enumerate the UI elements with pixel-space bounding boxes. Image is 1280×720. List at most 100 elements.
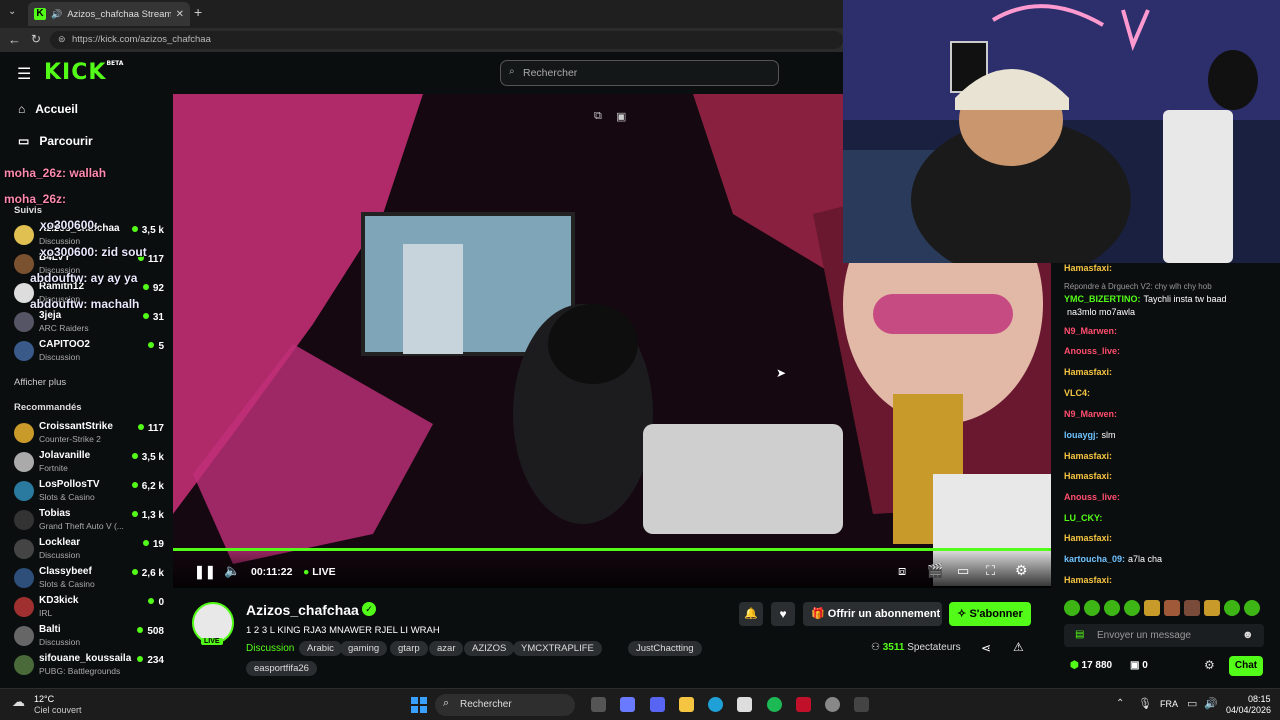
chat-username[interactable]: Hamasfaxi:: [1064, 575, 1112, 585]
emote-icon[interactable]: [1064, 600, 1080, 616]
chat-username[interactable]: kartoucha_09:: [1064, 554, 1125, 564]
sidebar-channel[interactable]: CAPITOO2 Discussion 5: [14, 338, 164, 364]
tag-chip[interactable]: AZIZOS: [464, 641, 515, 656]
chat-settings-icon[interactable]: ⚙: [1204, 658, 1215, 672]
chat-username[interactable]: Hamasfaxi:: [1064, 451, 1112, 461]
volume-icon[interactable]: 🔈: [224, 563, 240, 579]
start-button[interactable]: [411, 697, 427, 713]
emote-icon[interactable]: [1204, 600, 1220, 616]
chat-input[interactable]: Envoyer un message: [1064, 624, 1264, 647]
channel-name[interactable]: Azizos_chafchaa: [246, 602, 359, 618]
sidebar-channel[interactable]: KD3kick IRL 0: [14, 594, 164, 620]
emote-icon[interactable]: [1164, 600, 1180, 616]
discord-icon[interactable]: [650, 697, 665, 712]
chat-username[interactable]: Répondre à Drguech V2: chy wlh chy hob: [1064, 282, 1212, 291]
sidebar-channel[interactable]: sifouane_koussaila PUBG: Battlegrounds 234: [14, 652, 164, 678]
nav-home[interactable]: ⌂ Accueil: [18, 102, 78, 116]
weather-icon[interactable]: ☁: [12, 694, 25, 710]
chat-username[interactable]: LU_CKY:: [1064, 513, 1102, 523]
sidebar-channel[interactable]: 3jeja ARC Raiders 31: [14, 309, 164, 335]
tag-chip[interactable]: JustChactting: [628, 641, 702, 656]
emote-icon[interactable]: [1124, 600, 1140, 616]
store-icon[interactable]: [737, 697, 752, 712]
network-icon[interactable]: ▭: [1187, 697, 1197, 710]
chat-username[interactable]: Hamasfaxi:: [1064, 533, 1112, 543]
app-icon[interactable]: [854, 697, 869, 712]
chat-send-button[interactable]: Chat: [1229, 656, 1263, 676]
emote-icon[interactable]: [1224, 600, 1240, 616]
back-icon[interactable]: ←: [8, 32, 21, 47]
share-icon[interactable]: ⋖: [981, 641, 991, 655]
chat-username[interactable]: Hamasfaxi:: [1064, 367, 1112, 377]
chat-username[interactable]: N9_Marwen:: [1064, 326, 1117, 336]
report-icon[interactable]: ⚠: [1013, 640, 1024, 654]
fullscreen-icon[interactable]: ⛶: [986, 563, 995, 579]
emote-icon[interactable]: [1244, 600, 1260, 616]
show-more-link[interactable]: Afficher plus: [14, 377, 66, 388]
sidebar-channel[interactable]: CroissantStrike Counter-Strike 2 117: [14, 420, 164, 446]
theater-icon[interactable]: ▭: [957, 563, 969, 579]
emote-icon[interactable]: [1084, 600, 1100, 616]
new-tab-icon[interactable]: +: [194, 4, 202, 20]
gift-count[interactable]: ▣ 0: [1130, 660, 1148, 671]
app-icon[interactable]: [796, 697, 811, 712]
sidebar-channel[interactable]: Locklear Discussion 19: [14, 536, 164, 562]
task-view-icon[interactable]: [591, 697, 606, 712]
chat-username[interactable]: Anouss_live:: [1064, 492, 1120, 502]
notifications-button[interactable]: 🔔: [739, 602, 763, 626]
chat-username[interactable]: N9_Marwen:: [1064, 409, 1117, 419]
edge-icon[interactable]: [708, 697, 723, 712]
sidebar-channel[interactable]: Tobias Grand Theft Auto V (... 1,3 k: [14, 507, 164, 533]
nav-browse[interactable]: ▭ Parcourir: [18, 134, 93, 148]
volume-tray-icon[interactable]: 🔊: [1204, 697, 1218, 710]
emote-icon[interactable]: [1144, 600, 1160, 616]
tag-chip[interactable]: YMCXTRAPLIFE: [513, 641, 602, 656]
weather-temp[interactable]: 12°C: [34, 694, 54, 704]
site-info-icon[interactable]: ⊜: [58, 34, 66, 45]
emote-icon[interactable]: [1104, 600, 1120, 616]
browser-tab[interactable]: K 🔊 Azizos_chafchaa Stream - Wa ✕: [28, 2, 190, 26]
taskbar-search[interactable]: Rechercher: [435, 694, 575, 716]
emoji-picker-icon[interactable]: ☻: [1242, 629, 1254, 641]
tag-chip[interactable]: easportfifa26: [246, 661, 317, 676]
sidebar-channel[interactable]: LosPollosTV Slots & Casino 6,2 k: [14, 478, 164, 504]
tag-chip[interactable]: azar: [429, 641, 464, 656]
copilot-icon[interactable]: [620, 697, 635, 712]
clip-button-icon[interactable]: 🎬: [927, 563, 943, 579]
tray-chevron-icon[interactable]: ⌃: [1116, 698, 1124, 709]
progress-bar[interactable]: [173, 548, 1051, 551]
search-input[interactable]: Rechercher: [500, 60, 779, 86]
channel-points[interactable]: ⬢ 17 880: [1070, 660, 1112, 671]
clip-icon[interactable]: ⧉: [594, 110, 602, 123]
reload-icon[interactable]: ↻: [31, 32, 41, 46]
chat-rules-icon[interactable]: ▤: [1075, 629, 1084, 640]
language-indicator[interactable]: FRA: [1160, 699, 1178, 709]
tag-chip[interactable]: gaming: [340, 641, 388, 656]
microphone-icon[interactable]: 🎙: [1138, 697, 1152, 710]
chat-username[interactable]: Hamasfaxi:: [1064, 263, 1112, 273]
tag-chip[interactable]: gtarp: [390, 641, 428, 656]
spotify-icon[interactable]: [767, 697, 782, 712]
chat-username[interactable]: Anouss_live:: [1064, 346, 1120, 356]
kick-logo[interactable]: KICKBETA: [44, 60, 123, 85]
chrome-icon[interactable]: [825, 697, 840, 712]
gift-sub-button[interactable]: 🎁 Offrir un abonnement: [803, 602, 942, 626]
chat-username[interactable]: Hamasfaxi:: [1064, 471, 1112, 481]
chat-username[interactable]: VLC4:: [1064, 388, 1090, 398]
subscribe-button[interactable]: ✧ S'abonner: [949, 602, 1031, 626]
clock-time[interactable]: 08:15: [1248, 694, 1271, 704]
chat-username[interactable]: YMC_BIZERTINO:: [1064, 294, 1141, 304]
file-explorer-icon[interactable]: [679, 697, 694, 712]
menu-icon[interactable]: ☰: [17, 64, 31, 84]
sidebar-channel[interactable]: Jolavanille Fortnite 3,5 k: [14, 449, 164, 475]
stream-category[interactable]: Discussion: [246, 643, 294, 654]
tab-list-icon[interactable]: ⌄: [8, 6, 16, 17]
follow-button[interactable]: ♥: [771, 602, 795, 626]
url-field[interactable]: https://kick.com/azizos_chafchaa: [50, 31, 843, 49]
pip-icon[interactable]: ⧈: [898, 563, 906, 579]
chat-username[interactable]: louaygj:: [1064, 430, 1099, 440]
sidebar-channel[interactable]: Balti Discussion 508: [14, 623, 164, 649]
tag-chip[interactable]: Arabic: [299, 641, 342, 656]
emote-icon[interactable]: [1184, 600, 1200, 616]
pause-icon[interactable]: ❚❚: [194, 564, 216, 580]
